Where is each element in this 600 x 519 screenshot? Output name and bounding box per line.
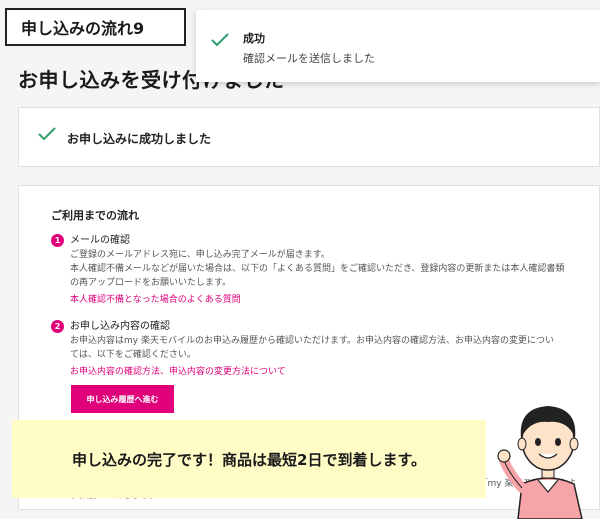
toast-message: 確認メールを送信しました bbox=[243, 52, 375, 65]
step-tag: 申し込みの流れ9 bbox=[5, 8, 186, 46]
mascot-illustration bbox=[496, 398, 600, 519]
step-number-badge: 1 bbox=[51, 234, 64, 247]
flow-step-1: 1 メールの確認 ご登録のメールアドレス宛に、申し込み完了メールが届きます。 本… bbox=[51, 233, 599, 307]
change-method-link[interactable]: お申込内容の確認方法、申込内容の変更方法について bbox=[70, 365, 599, 379]
step-text-line: ては、以下をご確認ください。 bbox=[70, 350, 196, 360]
toast-title: 成功 bbox=[243, 32, 265, 45]
success-message: お申し込みに成功しました bbox=[67, 132, 212, 146]
step-text-line: 本人確認不備メールなどが届いた場合は、以下の「よくある質問」をご確認いただき、登… bbox=[70, 264, 565, 274]
flow-title: ご利用までの流れ bbox=[51, 209, 139, 222]
faq-link[interactable]: 本人確認不備となった場合のよくある質問 bbox=[70, 293, 599, 307]
caption-banner: 申し込みの完了です！商品は最短2日で到着します。 bbox=[12, 420, 486, 498]
check-icon bbox=[37, 126, 57, 146]
step-text-line: お申込内容はmy 楽天モバイルのお申込み履歴から確認いただけます。お申込内容の確… bbox=[70, 336, 555, 346]
step-heading: お申し込み内容の確認 bbox=[70, 321, 170, 332]
success-toast: 成功 確認メールを送信しました bbox=[196, 10, 600, 82]
application-history-button[interactable]: 申し込み履歴へ進む bbox=[71, 385, 174, 413]
success-card: お申し込みに成功しました bbox=[18, 107, 600, 167]
flow-step-2: 2 お申し込み内容の確認 お申込内容はmy 楽天モバイルのお申込み履歴から確認い… bbox=[51, 319, 599, 379]
check-icon bbox=[210, 32, 230, 52]
step-number-badge: 2 bbox=[51, 320, 64, 333]
step-heading: メールの確認 bbox=[70, 235, 130, 246]
step-text-line: ご登録のメールアドレス宛に、申し込み完了メールが届きます。 bbox=[70, 250, 330, 260]
step-text-line: の再アップロードをお願いいたします。 bbox=[70, 278, 232, 288]
